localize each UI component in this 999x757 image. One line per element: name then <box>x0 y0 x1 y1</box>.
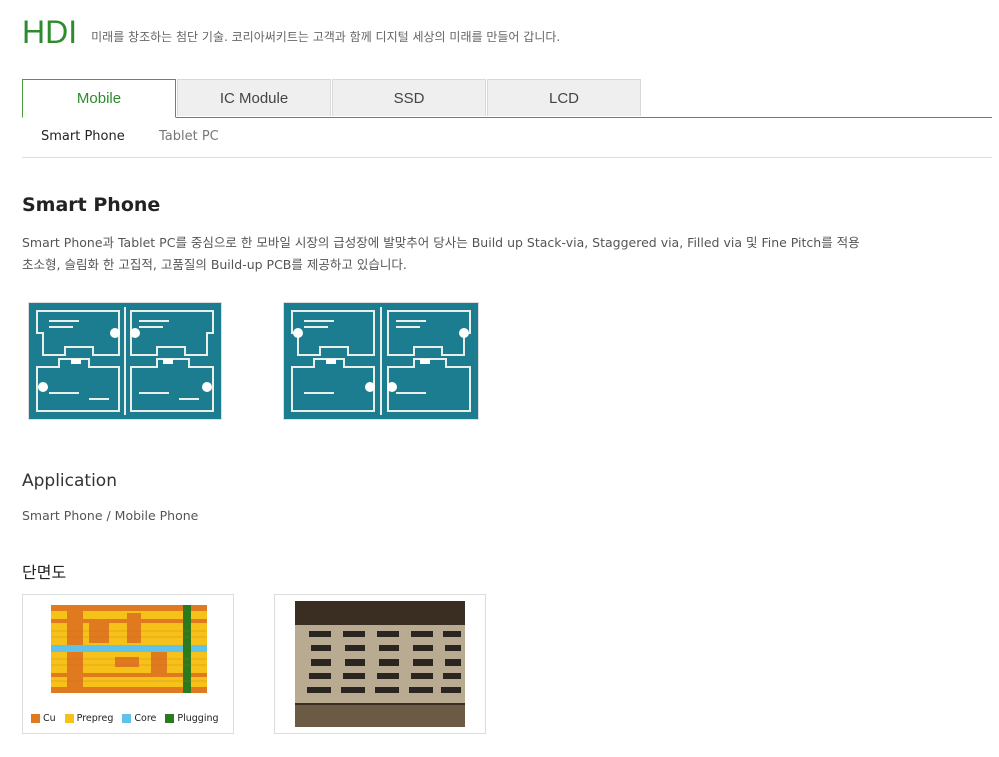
pcb-image-2 <box>283 302 479 420</box>
tab-ssd[interactable]: SSD <box>332 79 486 116</box>
subtab-tablet-pc[interactable]: Tablet PC <box>159 118 219 157</box>
legend-prepreg: Prepreg <box>64 713 113 724</box>
page-tagline: 미래를 창조하는 첨단 기술. 코리아써키트는 고객과 함께 디지털 세상의 미… <box>91 30 561 44</box>
legend-plugging: Plugging <box>165 713 219 724</box>
page-title: HDI <box>22 14 78 50</box>
cross-section-diagram: Cu Prepreg Core Plugging <box>22 594 234 734</box>
cross-section-legend: Cu Prepreg Core Plugging <box>31 713 219 724</box>
cross-section-photo <box>274 594 486 734</box>
legend-cu: Cu <box>31 713 56 724</box>
application-text: Smart Phone / Mobile Phone <box>22 508 199 523</box>
description-line-2: 초소형, 슬림화 한 고집적, 고품질의 Build-up PCB를 제공하고 … <box>22 257 407 272</box>
prepreg-swatch-icon <box>64 714 74 723</box>
application-title: Application <box>22 471 117 491</box>
section-title: Smart Phone <box>22 194 161 216</box>
tab-mobile[interactable]: Mobile <box>22 79 176 118</box>
category-tabs: Mobile IC Module SSD LCD <box>22 79 992 118</box>
tab-lcd[interactable]: LCD <box>487 79 641 116</box>
subtab-smart-phone[interactable]: Smart Phone <box>41 118 125 157</box>
page-header: HDI 미래를 창조하는 첨단 기술. 코리아써키트는 고객과 함께 디지털 세… <box>22 14 560 50</box>
pcb-image-1 <box>28 302 222 420</box>
tab-ic-module[interactable]: IC Module <box>177 79 331 116</box>
sub-tabs: Smart Phone Tablet PC <box>22 118 992 158</box>
cu-swatch-icon <box>31 714 40 723</box>
description-line-1: Smart Phone과 Tablet PC를 중심으로 한 모바일 시장의 급… <box>22 235 860 250</box>
cross-section-title: 단면도 <box>22 563 67 582</box>
section-description: Smart Phone과 Tablet PC를 중심으로 한 모바일 시장의 급… <box>22 232 882 276</box>
core-swatch-icon <box>122 714 132 723</box>
legend-core: Core <box>122 713 156 724</box>
plugging-swatch-icon <box>165 714 175 723</box>
